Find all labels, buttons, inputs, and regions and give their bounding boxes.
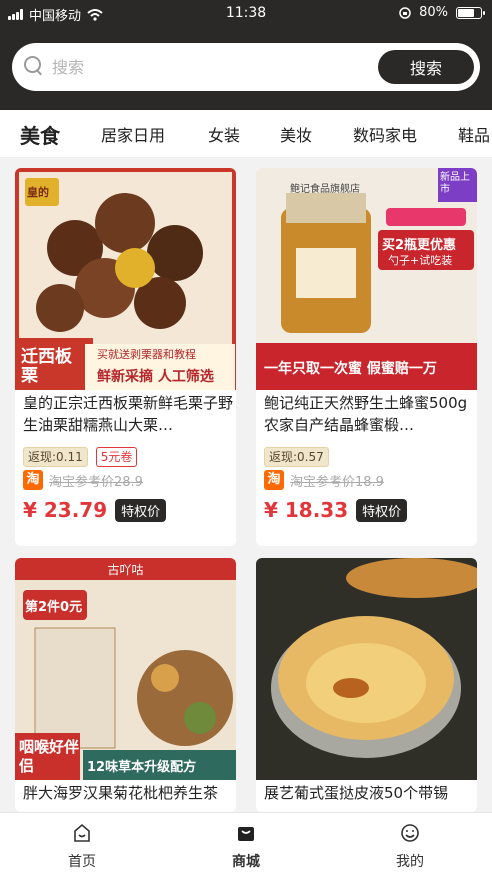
profile-icon xyxy=(400,823,420,843)
nav-home[interactable]: 首页 xyxy=(42,823,122,871)
rebate-badge: 返现:0.57 xyxy=(264,447,329,467)
price-tag: 特权价 xyxy=(356,498,408,522)
product-card[interactable]: 古吖咕 第2件0元 咽喉好伴侣 12味草本升级配方 胖大海罗汉果菊花枇杷养生茶 xyxy=(15,558,236,812)
orientation-lock-icon xyxy=(399,6,411,19)
price-amount: ¥ 23.79 xyxy=(23,498,108,522)
image-caption: 咽喉好伴侣 xyxy=(19,738,80,775)
image-subtitle: 12味草本升级配方 xyxy=(87,760,197,775)
nav-profile-label: 我的 xyxy=(396,854,424,870)
taobao-icon: 淘 xyxy=(23,470,43,490)
product-card[interactable]: 鲍记食品旗舰店 新品上市 买2瓶更优惠 勺子+试吃装 一年只取一次蜜 假蜜赔一万… xyxy=(256,168,477,546)
taobao-ref-price: 淘宝参考价28.9 xyxy=(49,474,143,490)
image-title: 第2件0元 xyxy=(25,600,83,615)
product-title: 胖大海罗汉果菊花枇杷养生茶 xyxy=(23,784,219,802)
product-badges: 返现:0.11 5元卷 xyxy=(23,447,138,467)
battery-percent: 80% xyxy=(419,5,448,20)
coupon-badge: 5元卷 xyxy=(95,447,138,467)
nav-shop[interactable]: 商城 xyxy=(206,823,286,871)
brand-label: 古吖咕 xyxy=(107,563,144,577)
search-input[interactable] xyxy=(52,53,372,81)
image-note: 买就送剥栗器和教程 xyxy=(97,348,196,361)
product-title: 鲍记纯正天然野生土蜂蜜500g农家自产结晶蜂蜜椴… xyxy=(264,394,468,434)
egg-tart-image xyxy=(256,558,477,780)
store-label: 鲍记食品旗舰店 xyxy=(290,184,360,195)
tab-food[interactable]: 美食 xyxy=(20,120,60,149)
tab-shoes[interactable]: 鞋品 xyxy=(458,122,490,146)
product-badges: 返现:0.57 xyxy=(264,447,329,467)
battery-icon xyxy=(456,6,485,19)
status-right: 80% xyxy=(399,5,485,20)
image-title: 买2瓶更优惠 xyxy=(382,238,457,253)
nav-shop-label: 商城 xyxy=(232,854,260,870)
image-subtitle: 勺子+试吃装 xyxy=(388,254,453,267)
tab-electronics[interactable]: 数码家电 xyxy=(353,122,417,146)
image-caption: 鲜新采摘 人工筛选 xyxy=(97,369,214,385)
image-caption: 一年只取一次蜜 假蜜赔一万 xyxy=(264,361,437,377)
nav-profile[interactable]: 我的 xyxy=(370,823,450,871)
tab-household[interactable]: 居家日用 xyxy=(101,122,165,146)
category-tabs: 美食 居家日用 女装 美妆 数码家电 鞋品 xyxy=(0,110,492,158)
price-row: ¥ 18.33 特权价 xyxy=(264,498,408,522)
home-icon xyxy=(72,823,92,843)
product-image: 古吖咕 第2件0元 咽喉好伴侣 12味草本升级配方 xyxy=(15,558,236,780)
taobao-reference: 淘 淘宝参考价28.9 xyxy=(23,470,143,490)
search-icon xyxy=(24,56,44,76)
image-title: 迁西板栗 xyxy=(21,347,72,386)
taobao-reference: 淘 淘宝参考价18.9 xyxy=(264,470,384,490)
top-header: 中国移动 11:38 80% 搜索 xyxy=(0,0,492,110)
nav-home-label: 首页 xyxy=(68,854,96,870)
product-card[interactable]: 皇的 迁西板栗 买就送剥栗器和教程 鲜新采摘 人工筛选 皇的正宗迁西板栗新鲜毛栗… xyxy=(15,168,236,546)
search-button[interactable]: 搜索 xyxy=(378,50,474,84)
bottom-nav: 首页 商城 我的 xyxy=(0,812,492,878)
product-image xyxy=(256,558,477,780)
product-image: 鲍记食品旗舰店 新品上市 买2瓶更优惠 勺子+试吃装 一年只取一次蜜 假蜜赔一万 xyxy=(256,168,477,390)
search-bar: 搜索 xyxy=(12,43,480,91)
brand-label: 皇的 xyxy=(27,186,49,199)
product-title: 皇的正宗迁西板栗新鲜毛栗子野生油栗甜糯燕山大栗… xyxy=(23,394,233,434)
price-row: ¥ 23.79 特权价 xyxy=(23,498,167,522)
taobao-ref-price: 淘宝参考价18.9 xyxy=(290,474,384,490)
product-card[interactable]: 展艺葡式蛋挞皮液50个带锡 xyxy=(256,558,477,812)
price-tag: 特权价 xyxy=(115,498,167,522)
product-title: 展艺葡式蛋挞皮液50个带锡 xyxy=(264,784,449,802)
rebate-badge: 返现:0.11 xyxy=(23,447,88,467)
status-bar: 中国移动 11:38 80% xyxy=(0,0,492,26)
price-amount: ¥ 18.33 xyxy=(264,498,349,522)
product-image: 皇的 迁西板栗 买就送剥栗器和教程 鲜新采摘 人工筛选 xyxy=(15,168,236,390)
tab-beauty[interactable]: 美妆 xyxy=(280,122,312,146)
taobao-icon: 淘 xyxy=(264,470,284,490)
tab-womens-clothing[interactable]: 女装 xyxy=(208,122,240,146)
honey-image xyxy=(256,168,477,390)
shop-bag-icon xyxy=(236,823,256,843)
new-corner-badge: 新品上市 xyxy=(440,172,470,195)
